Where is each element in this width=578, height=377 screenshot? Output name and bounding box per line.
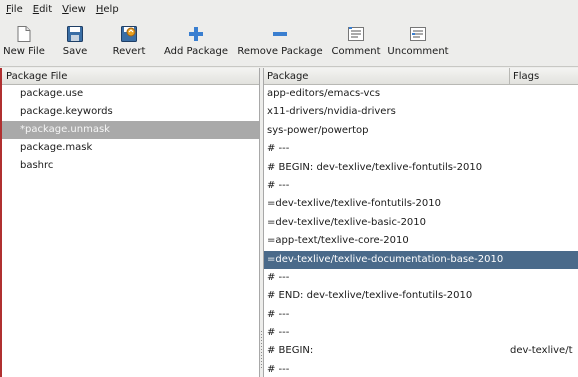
- entry-package: =dev-texlive/texlive-fontutils-2010: [267, 198, 441, 210]
- selected-package-entry[interactable]: =dev-texlive/texlive-documentation-base-…: [264, 250, 578, 269]
- comment-entry[interactable]: # ---: [264, 140, 578, 158]
- entry-package: x11-drivers/nvidia-drivers: [267, 106, 396, 118]
- new-file-icon: [15, 26, 33, 42]
- app-window: File Edit View Help New File Save Revert: [0, 0, 578, 377]
- plus-icon: [187, 26, 205, 42]
- menu-bar: File Edit View Help: [0, 0, 578, 20]
- package-entry[interactable]: x11-drivers/nvidia-drivers: [264, 103, 578, 121]
- entry-package: # ---: [267, 327, 290, 339]
- comment-entry[interactable]: # ---: [264, 269, 578, 287]
- menu-help[interactable]: Help: [92, 0, 123, 20]
- toolbar: New File Save Revert Add Package Remove …: [0, 20, 578, 66]
- file-item-package-keywords[interactable]: package.keywords: [2, 103, 259, 121]
- save-button[interactable]: Save: [60, 20, 90, 66]
- file-item-package-mask[interactable]: package.mask: [2, 139, 259, 157]
- package-column-header[interactable]: Package: [264, 68, 510, 85]
- entry-package: sys-power/powertop: [267, 124, 369, 136]
- uncomment-icon: [409, 26, 427, 42]
- save-icon: [66, 26, 84, 42]
- entry-package: # BEGIN:: [267, 345, 314, 357]
- package-entry[interactable]: =dev-texlive/texlive-basic-2010: [264, 214, 578, 232]
- package-entry-list: Package Flags app-editors/emacs-vcs x11-…: [263, 68, 578, 377]
- package-entry[interactable]: =dev-texlive/texlive-fontutils-2010: [264, 195, 578, 213]
- package-file-list: Package File package.use package.keyword…: [0, 68, 260, 377]
- package-file-column-header[interactable]: Package File: [2, 68, 259, 85]
- comment-entry[interactable]: # BEGIN: dev-texlive/t: [264, 342, 578, 360]
- entry-list-header: Package Flags: [264, 68, 578, 85]
- remove-package-button[interactable]: Remove Package: [234, 20, 326, 66]
- comment-entry[interactable]: # ---: [264, 324, 578, 342]
- comment-entry[interactable]: # ---: [264, 361, 578, 377]
- comment-entry[interactable]: # ---: [264, 306, 578, 324]
- entry-package: app-editors/emacs-vcs: [267, 88, 381, 99]
- menu-edit[interactable]: Edit: [29, 0, 56, 20]
- file-item-bashrc[interactable]: bashrc: [2, 157, 259, 175]
- comment-entry[interactable]: # BEGIN: dev-texlive/texlive-fontutils-2…: [264, 159, 578, 177]
- comment-button[interactable]: Comment: [330, 20, 382, 66]
- flags-column-header[interactable]: Flags: [510, 68, 578, 85]
- menu-view[interactable]: View: [58, 0, 90, 20]
- new-file-button[interactable]: New File: [3, 20, 45, 66]
- entry-package: =dev-texlive/texlive-documentation-base-…: [267, 253, 504, 265]
- package-entry[interactable]: =app-text/texlive-core-2010: [264, 232, 578, 250]
- entry-package: # ---: [267, 363, 290, 375]
- comment-icon: [347, 26, 365, 42]
- minus-icon: [271, 26, 289, 42]
- revert-icon: [120, 26, 138, 42]
- file-item-package-use[interactable]: package.use: [2, 85, 259, 103]
- package-entry[interactable]: app-editors/emacs-vcs: [264, 85, 578, 103]
- entry-package: # ---: [267, 271, 290, 283]
- package-entry[interactable]: sys-power/powertop: [264, 122, 578, 140]
- comment-entry[interactable]: # END: dev-texlive/texlive-fontutils-201…: [264, 287, 578, 305]
- entry-package: # END: dev-texlive/texlive-fontutils-201…: [267, 290, 473, 302]
- menu-file[interactable]: File: [2, 0, 27, 20]
- entry-package: =dev-texlive/texlive-basic-2010: [267, 216, 427, 228]
- entry-package: # ---: [267, 308, 290, 320]
- entry-package: # ---: [267, 143, 290, 155]
- entry-package: # BEGIN: dev-texlive/texlive-fontutils-2…: [267, 161, 483, 173]
- comment-entry[interactable]: # ---: [264, 177, 578, 195]
- entry-package: =app-text/texlive-core-2010: [267, 235, 409, 247]
- uncomment-button[interactable]: Uncomment: [386, 20, 450, 66]
- file-item-package-unmask[interactable]: *package.unmask: [2, 121, 259, 139]
- entry-flags: dev-texlive/t: [510, 345, 573, 357]
- toolbar-divider: [0, 66, 578, 67]
- entry-package: # ---: [267, 179, 290, 191]
- add-package-button[interactable]: Add Package: [162, 20, 230, 66]
- revert-button[interactable]: Revert: [112, 20, 146, 66]
